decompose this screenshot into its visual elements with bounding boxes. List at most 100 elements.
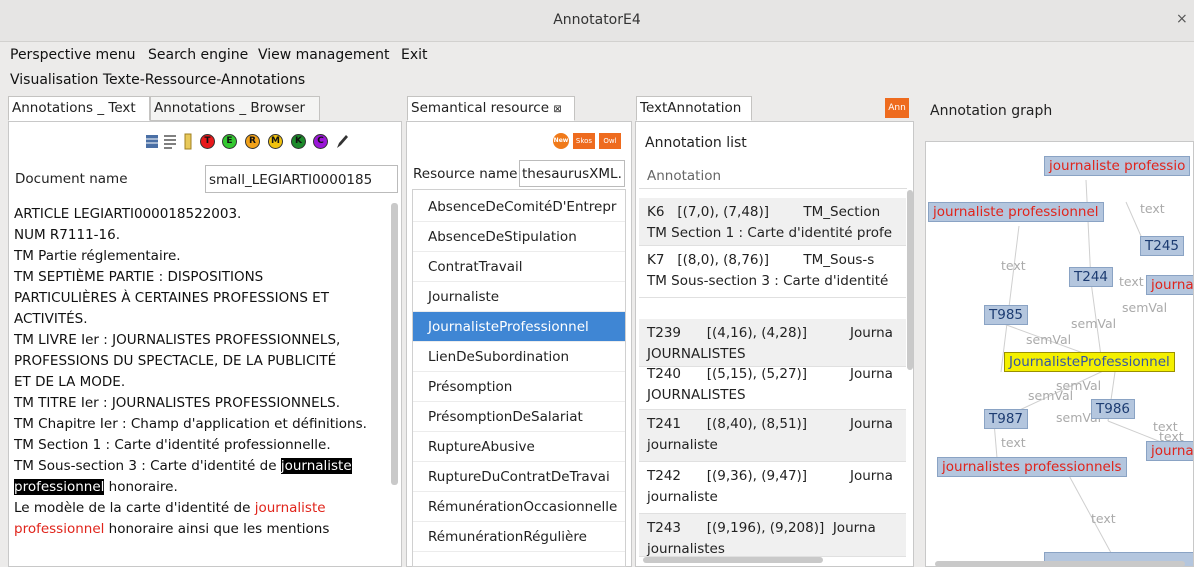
text-scrollbar[interactable]	[391, 203, 398, 485]
annotation-row[interactable]: K7 [(8,0), (8,76)] TM_Sous-s TM Sous-sect…	[639, 246, 906, 298]
annotate-k-icon[interactable]: K	[291, 134, 306, 149]
close-icon[interactable]: ×	[1176, 11, 1188, 27]
text-line: TM Section 1 : Carte d'identité professi…	[14, 437, 331, 453]
menu-perspective[interactable]: Perspective menu	[10, 47, 136, 63]
text-line: ACTIVITÉS.	[14, 311, 88, 327]
text-line: NUM R7111-16.	[14, 227, 120, 243]
annotate-c-icon[interactable]: C	[313, 134, 328, 149]
grid-icon[interactable]	[145, 133, 159, 150]
owl-button[interactable]: Owl	[599, 133, 621, 149]
annotation-row[interactable]: K6 [(7,0), (7,48)] TM_Section TM Section …	[639, 198, 906, 246]
annotation-row-line1: T239 [(4,16), (4,28)] Journa	[647, 325, 893, 341]
perspective-title: Visualisation Texte-Ressource-Annotation…	[10, 72, 306, 88]
document-name-label: Document name	[15, 171, 128, 187]
text-span: honoraire.	[104, 479, 178, 495]
graph-node[interactable]: journa	[1146, 275, 1193, 295]
text-line: Le modèle de la carte d'identité de jour…	[14, 498, 326, 519]
list-item[interactable]: AbsenceDeComitéD'Entrepr	[413, 192, 625, 222]
tab-textannotation[interactable]: TextAnnotation	[636, 96, 752, 121]
resource-name-field[interactable]: thesaurusXML.	[519, 160, 625, 187]
annotated-term[interactable]: professionnel	[14, 521, 104, 537]
graph-node[interactable]: journa	[1146, 441, 1193, 461]
new-resource-icon[interactable]: New	[553, 133, 569, 149]
ann-button[interactable]: Ann	[885, 98, 909, 118]
document-text-area[interactable]: ARTICLE LEGIARTI000018522003. NUM R7111-…	[9, 201, 391, 567]
skos-button[interactable]: Skos	[573, 133, 595, 149]
edge-label: text	[1001, 258, 1026, 273]
annotated-term[interactable]: journaliste	[255, 500, 326, 516]
annotation-row-line2: TM Section 1 : Carte d'identité profe	[647, 225, 893, 241]
graph-hscrollbar[interactable]	[935, 561, 1185, 567]
graph-node[interactable]: T987	[984, 409, 1029, 429]
highlighted-annotation[interactable]: journaliste	[280, 458, 352, 474]
text-line: TM TITRE Ier : JOURNALISTES PROFESSIONNE…	[14, 395, 341, 411]
annotation-row-line1: T242 [(9,36), (9,47)] Journa	[647, 468, 893, 484]
annotation-row-line2: journalistes	[647, 541, 725, 557]
text-line: TM Chapitre Ier : Champ d'application et…	[14, 416, 367, 432]
annotation-row[interactable]: T241 [(8,40), (8,51)] Journa journaliste	[639, 410, 906, 462]
graph-node[interactable]: journaliste professionnel	[928, 202, 1104, 222]
menu-bar: Perspective menu Search engine View mana…	[0, 42, 1194, 69]
annotation-row[interactable]: T243 [(9,196), (9,208)] Journa journalist…	[639, 514, 906, 557]
annotation-row-line2: journaliste	[647, 489, 718, 505]
list-item[interactable]: ContratTravail	[413, 252, 625, 282]
document-name-field[interactable]: small_LEGIARTI0000185	[205, 165, 398, 193]
annotation-row[interactable]: T240 [(5,15), (5,27)] Journa JOURNALISTES	[639, 360, 906, 410]
annotation-graph[interactable]: text text text semVal semVal semVal semV…	[925, 141, 1194, 567]
list-item[interactable]: RémunérationOccasionnelle	[413, 492, 625, 522]
list-item[interactable]: PrésomptionDeSalariat	[413, 402, 625, 432]
graph-node-selected[interactable]: JournalisteProfessionnel	[1004, 352, 1175, 372]
edge-label: semVal	[1026, 332, 1072, 347]
edge-label: semVal	[1028, 388, 1074, 403]
tab-close-icon[interactable]: ⊠	[553, 104, 561, 115]
annotation-row[interactable]: T242 [(9,36), (9,47)] Journa journaliste	[639, 462, 906, 514]
tab-annotations-text[interactable]: Annotations _ Text	[8, 96, 150, 121]
text-line: TM Sous-section 3 : Carte d'identité de …	[14, 456, 352, 477]
list-item[interactable]: AbsenceDeStipulation	[413, 222, 625, 252]
annotation-row-line1: T243 [(9,196), (9,208)] Journa	[647, 520, 876, 536]
window-title: AnnotatorE4	[553, 12, 641, 28]
graph-node[interactable]: T244	[1069, 267, 1114, 287]
list-item[interactable]: RémunérationRégulière	[413, 522, 625, 552]
menu-exit[interactable]: Exit	[401, 47, 428, 63]
annotate-m-icon[interactable]: M	[268, 134, 283, 149]
annotation-column-header: Annotation	[639, 160, 907, 189]
menu-view-management[interactable]: View management	[258, 47, 389, 63]
list-item[interactable]: Journaliste	[413, 282, 625, 312]
list-item-selected[interactable]: JournalisteProfessionnel	[413, 312, 625, 342]
annotate-t-icon[interactable]: T	[200, 134, 215, 149]
highlighter-icon[interactable]	[181, 133, 195, 150]
menu-search-engine[interactable]: Search engine	[148, 47, 248, 63]
highlighted-annotation[interactable]: professionnel	[14, 479, 105, 495]
edge-label: text	[1001, 435, 1026, 450]
graph-node[interactable]: journaliste professio	[1044, 156, 1191, 176]
graph-title: Annotation graph	[930, 103, 1053, 119]
tab-annotations-browser[interactable]: Annotations _ Browser	[150, 96, 320, 121]
text-line: TM SEPTIÈME PARTIE : DISPOSITIONS	[14, 269, 264, 285]
graph-node[interactable]: T245	[1140, 236, 1185, 256]
text-line: TM Partie réglementaire.	[14, 248, 181, 264]
annotation-row-line2: TM Sous-section 3 : Carte d'identité	[647, 273, 889, 289]
pen-icon[interactable]	[335, 133, 349, 150]
list-item[interactable]: RuptureAbusive	[413, 432, 625, 462]
graph-node[interactable]: T985	[984, 305, 1029, 325]
annotation-list: K6 [(7,0), (7,48)] TM_Section TM Section …	[639, 189, 907, 557]
list-item[interactable]: LienDeSubordination	[413, 342, 625, 372]
annotation-list-title: Annotation list	[645, 135, 747, 151]
list-item[interactable]: RuptureDuContratDeTravai	[413, 462, 625, 492]
edge-label: text	[1119, 274, 1144, 289]
annotation-hscrollbar[interactable]	[643, 557, 823, 563]
annotation-row-line1: K7 [(8,0), (8,76)] TM_Sous-s	[647, 252, 875, 268]
annotation-vscrollbar[interactable]	[907, 190, 913, 370]
list-item[interactable]: Présomption	[413, 372, 625, 402]
annotate-e-icon[interactable]: E	[222, 134, 237, 149]
tab-label: Semantical resource	[411, 100, 550, 116]
text-span: honoraire ainsi que les mentions	[104, 521, 330, 537]
tab-semantical-resource[interactable]: Semantical resource ⊠	[407, 96, 575, 121]
text-line: professionnel honoraire.	[14, 477, 178, 498]
annotation-row-line1: T241 [(8,40), (8,51)] Journa	[647, 416, 893, 432]
list-icon[interactable]	[163, 133, 177, 150]
annotate-r-icon[interactable]: R	[245, 134, 260, 149]
graph-node[interactable]: T986	[1091, 399, 1136, 419]
graph-node[interactable]: journalistes professionnels	[937, 457, 1127, 477]
